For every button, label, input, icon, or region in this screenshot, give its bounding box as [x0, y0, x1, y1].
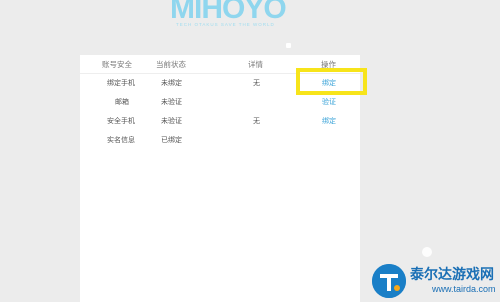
- row-status: 未验证: [161, 98, 182, 106]
- decorative-dot: [286, 43, 291, 48]
- mihoyo-logo: MIHOYO: [170, 0, 287, 25]
- highlight-box: [296, 68, 367, 95]
- row-item-label: 实名信息: [107, 136, 135, 144]
- row-item-label: 绑定手机: [107, 79, 135, 87]
- row-detail: 无: [253, 79, 260, 87]
- row-status: 已绑定: [161, 136, 182, 144]
- logo-tagline: TECH OTAKUS SAVE THE WORLD: [176, 22, 275, 27]
- row-status: 未验证: [161, 117, 182, 125]
- row-status: 未绑定: [161, 79, 182, 87]
- header-details: 详情: [248, 60, 263, 69]
- table-row-real-name: 实名信息 已绑定: [80, 132, 360, 148]
- header-current-status: 当前状态: [156, 60, 186, 69]
- table-row-email: 邮箱 未验证 验证: [80, 94, 360, 110]
- bind-security-phone-link[interactable]: 绑定: [322, 113, 336, 129]
- decorative-circle: [422, 247, 432, 257]
- watermark-title: 泰尔达游戏网: [410, 267, 494, 283]
- watermark-url: www.tairda.com: [432, 284, 496, 294]
- row-detail: 无: [253, 117, 260, 125]
- header-account-security: 账号安全: [102, 60, 132, 69]
- table-row-security-phone: 安全手机 未验证 无 绑定: [80, 113, 360, 129]
- verify-email-link[interactable]: 验证: [322, 94, 336, 110]
- row-item-label: 安全手机: [107, 117, 135, 125]
- row-item-label: 邮箱: [115, 98, 129, 106]
- watermark-logo-icon: [372, 264, 406, 298]
- watermark: 泰尔达游戏网 www.tairda.com: [372, 258, 500, 302]
